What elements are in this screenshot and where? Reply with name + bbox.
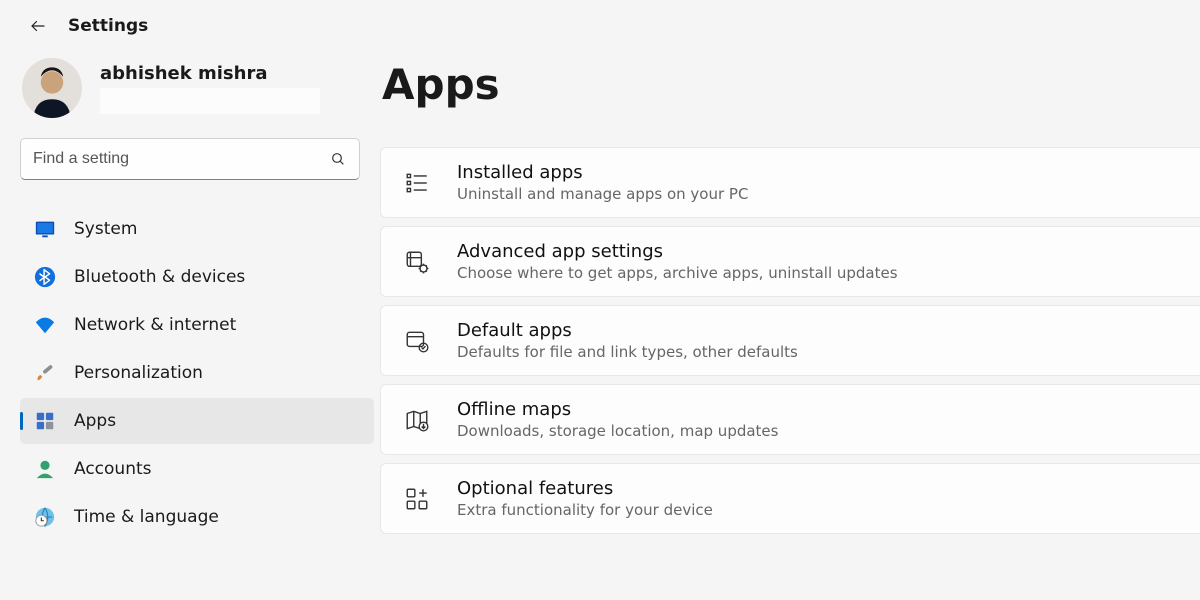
card-optional-features[interactable]: Optional features Extra functionality fo… (380, 463, 1200, 534)
avatar (22, 58, 82, 118)
user-email (100, 88, 320, 114)
search-icon (329, 150, 347, 168)
list-icon (403, 169, 431, 197)
header: Settings (20, 14, 374, 38)
sidebar-item-network[interactable]: Network & internet (20, 302, 374, 348)
back-button[interactable] (26, 14, 50, 38)
window-check-icon (403, 327, 431, 355)
wifi-icon (34, 314, 56, 336)
card-subtitle: Defaults for file and link types, other … (457, 343, 798, 361)
app-gear-icon (403, 248, 431, 276)
sidebar-item-label: Network & internet (74, 315, 236, 335)
user-name: abhishek mishra (100, 63, 320, 84)
sidebar-item-apps[interactable]: Apps (20, 398, 374, 444)
sidebar-nav: System Bluetooth & devices Network & int… (20, 206, 374, 540)
card-subtitle: Downloads, storage location, map updates (457, 422, 778, 440)
card-title: Offline maps (457, 399, 778, 420)
sidebar-item-label: Bluetooth & devices (74, 267, 245, 287)
monitor-icon (34, 218, 56, 240)
card-default-apps[interactable]: Default apps Defaults for file and link … (380, 305, 1200, 376)
sidebar: Settings abhishek mishra (0, 0, 380, 600)
main-panel: Apps Installed apps Uninstall and manage… (380, 0, 1200, 600)
sidebar-item-label: Time & language (74, 507, 219, 527)
card-subtitle: Choose where to get apps, archive apps, … (457, 264, 898, 282)
globe-clock-icon (34, 506, 56, 528)
card-title: Installed apps (457, 162, 748, 183)
map-download-icon (403, 406, 431, 434)
sidebar-item-label: Accounts (74, 459, 152, 479)
sidebar-item-time-language[interactable]: Time & language (20, 494, 374, 540)
window-title: Settings (68, 16, 148, 36)
card-title: Optional features (457, 478, 713, 499)
sidebar-item-label: Apps (74, 411, 116, 431)
sidebar-item-label: System (74, 219, 137, 239)
sidebar-item-personalization[interactable]: Personalization (20, 350, 374, 396)
bluetooth-icon (34, 266, 56, 288)
paintbrush-icon (34, 362, 56, 384)
card-installed-apps[interactable]: Installed apps Uninstall and manage apps… (380, 147, 1200, 218)
sidebar-item-system[interactable]: System (20, 206, 374, 252)
sidebar-item-label: Personalization (74, 363, 203, 383)
person-icon (34, 458, 56, 480)
search-box[interactable] (20, 138, 360, 180)
settings-cards: Installed apps Uninstall and manage apps… (380, 147, 1200, 534)
card-advanced-app-settings[interactable]: Advanced app settings Choose where to ge… (380, 226, 1200, 297)
search-input[interactable] (33, 150, 317, 168)
grid-plus-icon (403, 485, 431, 513)
arrow-left-icon (29, 17, 47, 35)
sidebar-item-bluetooth[interactable]: Bluetooth & devices (20, 254, 374, 300)
card-subtitle: Extra functionality for your device (457, 501, 713, 519)
card-title: Advanced app settings (457, 241, 898, 262)
apps-icon (34, 410, 56, 432)
account-info[interactable]: abhishek mishra (20, 52, 374, 124)
card-title: Default apps (457, 320, 798, 341)
page-title: Apps (380, 60, 1200, 109)
card-subtitle: Uninstall and manage apps on your PC (457, 185, 748, 203)
sidebar-item-accounts[interactable]: Accounts (20, 446, 374, 492)
card-offline-maps[interactable]: Offline maps Downloads, storage location… (380, 384, 1200, 455)
